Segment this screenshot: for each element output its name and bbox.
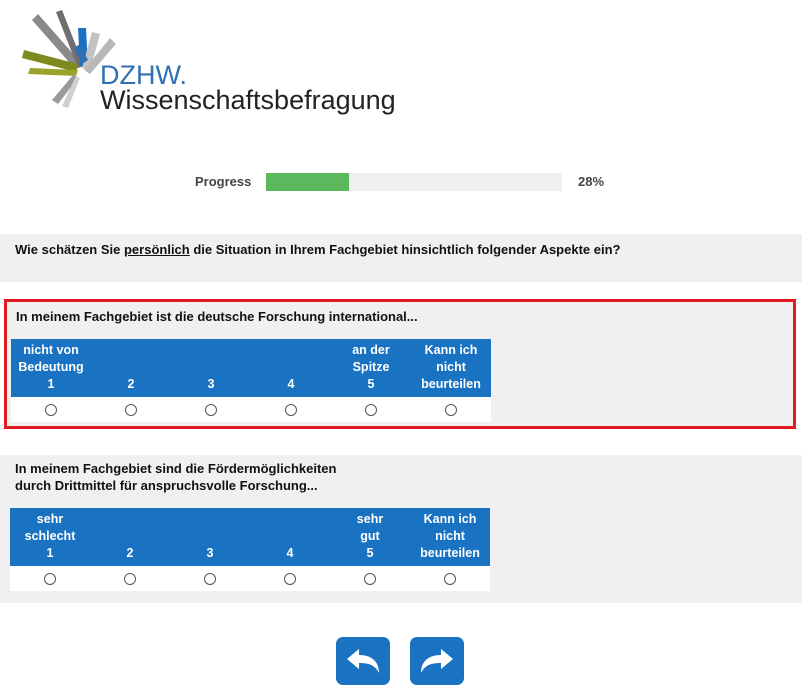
radio-cell <box>330 566 410 591</box>
radio-option-2[interactable] <box>125 403 137 416</box>
item-title-line: In meinem Fachgebiet ist die deutsche Fo… <box>16 309 418 324</box>
radio-cell <box>411 397 491 422</box>
scale-label: 2 <box>127 377 135 391</box>
scale-column-5: an der Spitze 5 <box>331 339 411 397</box>
brand-subtitle: Wissenschaftsbefragung <box>100 85 396 115</box>
scale-label: sehr <box>356 512 384 526</box>
radio-row <box>10 566 490 591</box>
question-suffix: die Situation in Ihrem Fachgebiet hinsic… <box>189 242 621 257</box>
scale-column-2: 2 <box>91 339 171 397</box>
back-arrow-icon <box>347 649 379 673</box>
scale-label: an der <box>352 343 390 357</box>
rating-scale: nicht von Bedeutung 1 2 3 4 an der Spitz… <box>11 339 491 422</box>
item-title: In meinem Fachgebiet ist die deutsche Fo… <box>16 308 418 325</box>
radio-option-2[interactable] <box>124 572 136 585</box>
back-button[interactable] <box>336 637 390 685</box>
radio-option-1[interactable] <box>44 572 56 585</box>
scale-column-3: 3 <box>170 508 250 566</box>
radio-cell <box>410 566 490 591</box>
scale-column-5: sehr gut 5 <box>330 508 410 566</box>
question-emphasis: persönlich <box>123 242 190 257</box>
radio-cell <box>10 566 90 591</box>
scale-column-1: sehr schlecht 1 <box>10 508 90 566</box>
scale-column-3: 3 <box>171 339 251 397</box>
scale-label: beurteilen <box>421 377 481 391</box>
scale-label: Kann ich <box>423 512 477 526</box>
scale-label: beurteilen <box>420 546 480 560</box>
radio-cell <box>171 397 251 422</box>
scale-label: gut <box>360 529 380 543</box>
scale-header: nicht von Bedeutung 1 2 3 4 an der Spitz… <box>11 339 491 397</box>
radio-option-4[interactable] <box>285 403 297 416</box>
scale-column-2: 2 <box>90 508 170 566</box>
scale-label: 5 <box>367 377 375 391</box>
scale-label: Bedeutung <box>18 360 84 374</box>
question-text: Wie schätzen Sie persönlich die Situatio… <box>15 242 620 257</box>
radio-cell <box>251 397 331 422</box>
radio-option-4[interactable] <box>284 572 296 585</box>
scale-column-4: 4 <box>250 508 330 566</box>
scale-label: schlecht <box>24 529 76 543</box>
radio-option-na[interactable] <box>445 403 457 416</box>
scale-label: 4 <box>287 377 295 391</box>
radio-row <box>11 397 491 422</box>
progress-indicator: Progress 28% <box>195 172 615 192</box>
scale-label: Spitze <box>352 360 390 374</box>
item-title: In meinem Fachgebiet sind die Fördermögl… <box>15 460 336 494</box>
radio-cell <box>91 397 171 422</box>
radio-option-1[interactable] <box>45 403 57 416</box>
progress-fill <box>266 173 349 191</box>
item-block-1: In meinem Fachgebiet ist die deutsche Fo… <box>4 299 796 429</box>
header: DZHW. Wissenschaftsbefragung <box>0 0 802 130</box>
radio-option-5[interactable] <box>364 572 376 585</box>
radio-option-3[interactable] <box>204 572 216 585</box>
scale-label: 3 <box>206 546 214 560</box>
radio-cell <box>90 566 170 591</box>
scale-label: 1 <box>47 377 55 391</box>
radio-option-na[interactable] <box>444 572 456 585</box>
scale-label: 3 <box>207 377 215 391</box>
rating-scale: sehr schlecht 1 2 3 4 sehr gut 5 Kann ic… <box>10 508 490 591</box>
scale-header: sehr schlecht 1 2 3 4 sehr gut 5 Kann ic… <box>10 508 490 566</box>
scale-label: Kann ich <box>424 343 478 357</box>
forward-button[interactable] <box>410 637 464 685</box>
scale-label: sehr <box>36 512 64 526</box>
progress-label: Progress <box>195 174 252 189</box>
question-prefix: Wie schätzen Sie <box>15 242 124 257</box>
scale-label: 4 <box>286 546 294 560</box>
scale-column-1: nicht von Bedeutung 1 <box>11 339 91 397</box>
radio-cell <box>250 566 330 591</box>
radio-option-3[interactable] <box>205 403 217 416</box>
scale-column-na: Kann ich nicht beurteilen <box>410 508 490 566</box>
radio-cell <box>170 566 250 591</box>
scale-label: 2 <box>126 546 134 560</box>
scale-label: 5 <box>366 546 374 560</box>
item-block-2: In meinem Fachgebiet sind die Fördermögl… <box>0 455 802 603</box>
item-title-line: durch Drittmittel für anspruchsvolle For… <box>15 478 318 493</box>
scale-label: nicht <box>435 529 465 543</box>
radio-option-5[interactable] <box>365 403 377 416</box>
radio-cell <box>331 397 411 422</box>
forward-arrow-icon <box>421 649 453 673</box>
scale-column-4: 4 <box>251 339 331 397</box>
radio-cell <box>11 397 91 422</box>
progress-value: 28% <box>578 174 605 189</box>
question-box: Wie schätzen Sie persönlich die Situatio… <box>0 234 802 282</box>
scale-label: nicht von <box>23 343 79 357</box>
scale-label: nicht <box>436 360 466 374</box>
progress-track <box>266 173 562 191</box>
scale-column-na: Kann ich nicht beurteilen <box>411 339 491 397</box>
scale-label: 1 <box>46 546 54 560</box>
item-title-line: In meinem Fachgebiet sind die Fördermögl… <box>15 461 337 476</box>
